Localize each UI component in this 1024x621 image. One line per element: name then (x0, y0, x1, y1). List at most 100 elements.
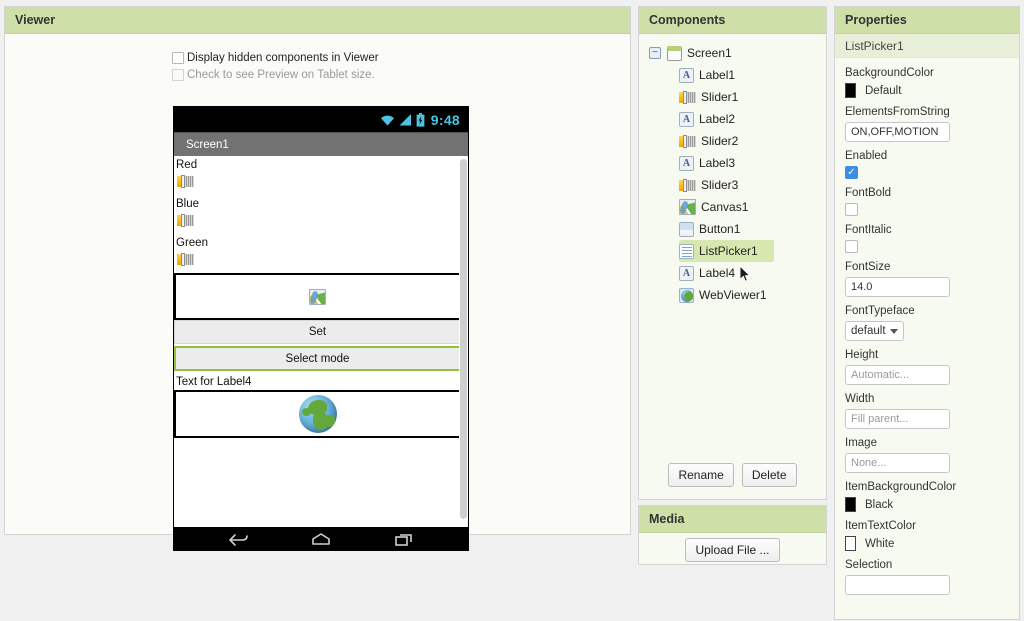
viewer-slider-3[interactable] (174, 251, 461, 273)
viewer-body: Display hidden components in Viewer Chec… (5, 34, 630, 534)
properties-panel: Properties ListPicker1 BackgroundColorDe… (834, 6, 1020, 620)
viewer-label-4[interactable]: Text for Label4 (174, 373, 461, 390)
color-picker-backgroundcolor[interactable]: Default (845, 83, 1009, 98)
checkbox-fontitalic[interactable] (845, 240, 858, 253)
input-image[interactable]: None... (845, 453, 950, 473)
tree-item-webviewer1[interactable]: WebViewer1 (649, 284, 826, 306)
property-height: HeightAutomatic... (845, 348, 1009, 385)
slider-icon (177, 214, 194, 227)
globe-icon (299, 395, 337, 433)
tree-item-label: Label4 (699, 266, 735, 280)
tree-item-slider3[interactable]: Slider3 (649, 174, 826, 196)
tree-item-button1[interactable]: Button1 (649, 218, 826, 240)
slider-icon-glyph (679, 135, 696, 148)
android-status-bar: 9:48 (174, 107, 468, 132)
slider-icon (679, 91, 696, 104)
viewer-empty-space (174, 438, 461, 483)
color-value-label: Black (865, 499, 893, 511)
display-hidden-components-checkbox[interactable] (172, 52, 184, 64)
tree-item-label3[interactable]: ALabel3 (649, 152, 826, 174)
components-panel-header: Components (639, 7, 826, 34)
input-elementsfromstring[interactable]: ON,OFF,MOTION (845, 122, 950, 142)
color-picker-itembackgroundcolor[interactable]: Black (845, 497, 1009, 512)
viewer-listpicker-select-mode[interactable]: Select mode (174, 346, 461, 371)
viewer-panel: Viewer Display hidden components in View… (4, 6, 631, 535)
property-width: WidthFill parent... (845, 392, 1009, 429)
viewer-canvas-1[interactable] (174, 273, 461, 320)
media-panel: Media Upload File ... (638, 505, 827, 565)
color-value-label: White (865, 538, 894, 550)
viewer-panel-header: Viewer (5, 7, 630, 34)
back-icon[interactable] (227, 531, 249, 547)
slider-icon (177, 175, 194, 188)
tree-item-label1[interactable]: A Label1 (649, 64, 826, 86)
screen-icon (667, 46, 682, 61)
label-icon-glyph: A (679, 68, 694, 83)
tree-collapse-toggle[interactable]: − (649, 47, 661, 59)
phone-scrollbar-thumb[interactable] (460, 159, 467, 519)
home-icon[interactable] (310, 531, 332, 547)
color-picker-itemtextcolor[interactable]: White (845, 536, 1009, 551)
slider-icon (679, 179, 696, 192)
viewer-button-set[interactable]: Set (174, 320, 461, 344)
recents-icon[interactable] (393, 531, 415, 547)
tree-item-label2[interactable]: ALabel2 (649, 108, 826, 130)
checkbox-fontbold[interactable] (845, 203, 858, 216)
signal-icon (399, 113, 412, 126)
viewer-label-red[interactable]: Red (174, 156, 461, 173)
select-fonttypeface[interactable]: default (845, 321, 904, 341)
label-icon: A (679, 112, 694, 127)
tablet-preview-checkbox[interactable] (172, 69, 184, 81)
property-itembackgroundcolor: ItemBackgroundColor Black (845, 480, 1009, 512)
property-label: FontBold (845, 186, 1009, 200)
viewer-webviewer-1[interactable] (174, 390, 461, 438)
tree-item-slider1[interactable]: Slider1 (649, 86, 826, 108)
property-fonttypeface: FontTypeface default (845, 304, 1009, 341)
viewer-label-blue[interactable]: Blue (174, 195, 461, 212)
property-label: FontTypeface (845, 304, 1009, 318)
property-image: ImageNone... (845, 436, 1009, 473)
tree-item-listpicker1[interactable]: ListPicker1 (679, 240, 774, 262)
component-tree-buttons: Rename Delete (639, 463, 826, 487)
tree-item-label: Canvas1 (701, 200, 748, 214)
canvas-icon (309, 289, 326, 305)
rename-button[interactable]: Rename (668, 463, 733, 487)
input-fontsize[interactable]: 14.0 (845, 277, 950, 297)
phone-scrollbar[interactable] (459, 156, 468, 527)
slider-icon (177, 253, 194, 266)
slider-icon-glyph (679, 179, 696, 192)
phone-screen-body: Red Blue Green (174, 156, 468, 527)
input-selection[interactable] (845, 575, 950, 595)
tree-item-screen1[interactable]: −Screen1 (649, 42, 826, 64)
property-label: FontSize (845, 260, 1009, 274)
label-icon: A (679, 266, 694, 281)
tree-item-slider2[interactable]: Slider2 (649, 130, 826, 152)
tree-item-label: Label1 (699, 68, 735, 82)
label-icon: A (679, 68, 694, 83)
color-swatch (845, 83, 856, 98)
checkbox-enabled[interactable]: ✓ (845, 166, 858, 179)
tree-item-canvas1[interactable]: Canvas1 (649, 196, 826, 218)
label-icon-glyph: A (679, 266, 694, 281)
color-swatch (845, 536, 856, 551)
viewer-slider-2[interactable] (174, 212, 461, 234)
globe-icon (679, 288, 694, 303)
property-fontbold: FontBold (845, 186, 1009, 216)
display-hidden-components-row[interactable]: Display hidden components in Viewer (172, 50, 379, 65)
viewer-label-green[interactable]: Green (174, 234, 461, 251)
input-width[interactable]: Fill parent... (845, 409, 950, 429)
viewer-slider-1[interactable] (174, 173, 461, 195)
property-label: Enabled (845, 149, 1009, 163)
tablet-preview-label: Check to see Preview on Tablet size. (187, 69, 375, 81)
tree-item-label: Slider2 (701, 134, 738, 148)
input-height[interactable]: Automatic... (845, 365, 950, 385)
properties-list: BackgroundColorDefaultElementsFromString… (835, 58, 1019, 595)
wifi-icon (380, 113, 395, 126)
upload-file-button[interactable]: Upload File ... (685, 538, 779, 562)
status-bar-clock: 9:48 (431, 112, 460, 128)
android-navigation-bar (174, 527, 468, 551)
tree-item-label4[interactable]: A Label4 (649, 262, 826, 284)
tablet-preview-row[interactable]: Check to see Preview on Tablet size. (172, 67, 379, 82)
property-label: ItemBackgroundColor (845, 480, 1009, 494)
delete-button[interactable]: Delete (742, 463, 797, 487)
